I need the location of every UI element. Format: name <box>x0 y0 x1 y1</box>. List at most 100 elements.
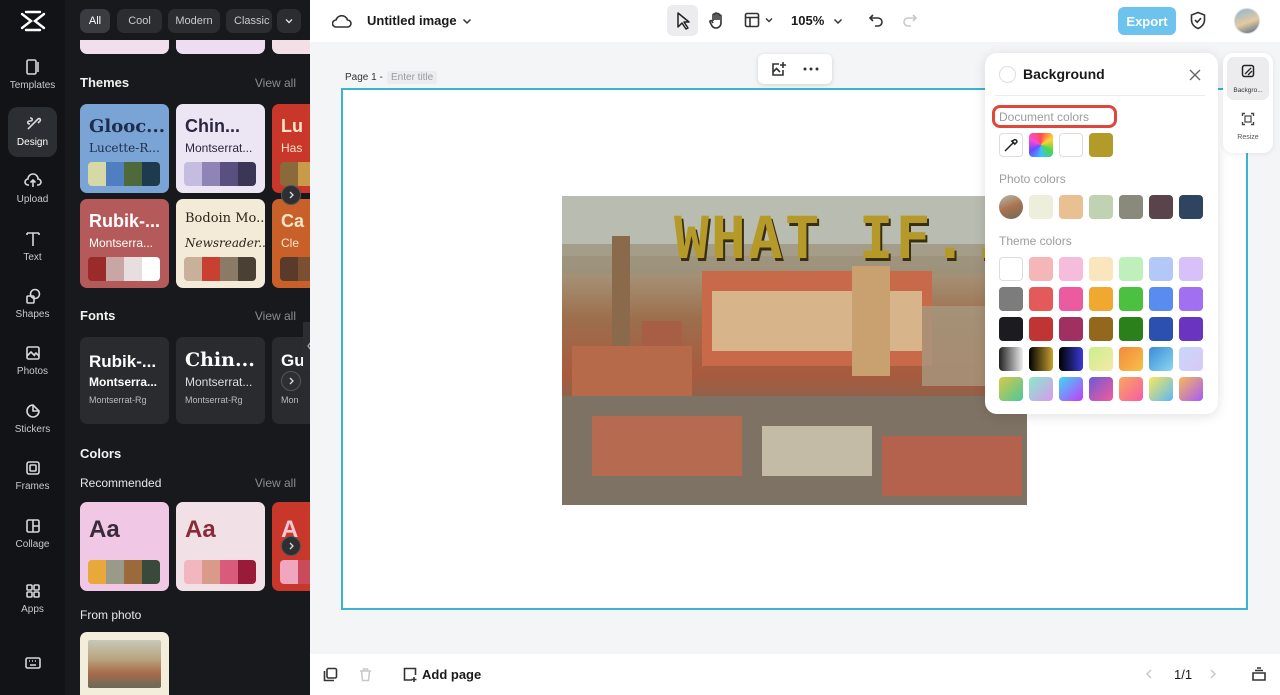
photo-color-swatch[interactable] <box>1029 195 1053 219</box>
pages-panel-icon[interactable] <box>1251 666 1267 682</box>
castle-photo[interactable]: WHAT IF.. <box>562 196 1027 505</box>
gradient-swatch[interactable] <box>999 347 1023 371</box>
rail-upload[interactable]: Upload <box>8 164 57 214</box>
rail-stickers[interactable]: Stickers <box>8 394 57 444</box>
theme-color-swatch[interactable] <box>1089 257 1113 281</box>
duplicate-page-icon[interactable] <box>323 667 338 682</box>
color-palette-card[interactable]: Aa <box>176 502 265 591</box>
select-tool-button[interactable] <box>667 5 698 36</box>
rail-text[interactable]: Text <box>8 222 57 272</box>
rail-photos[interactable]: Photos <box>8 336 57 386</box>
theme-color-swatch[interactable] <box>1119 287 1143 311</box>
photo-color-swatch[interactable] <box>1059 195 1083 219</box>
theme-color-swatch[interactable] <box>1179 257 1203 281</box>
undo-icon[interactable] <box>868 12 884 28</box>
document-title[interactable]: Untitled image <box>367 13 457 28</box>
colors-next-button[interactable] <box>281 536 301 556</box>
gradient-swatch[interactable] <box>1179 377 1203 401</box>
photo-color-swatch[interactable] <box>1089 195 1113 219</box>
theme-card-peek[interactable] <box>176 40 265 54</box>
themes-next-button[interactable] <box>281 185 301 205</box>
theme-color-swatch[interactable] <box>999 317 1023 341</box>
filter-chip-cool[interactable]: Cool <box>117 9 162 33</box>
gradient-swatch[interactable] <box>1119 377 1143 401</box>
more-options-icon[interactable] <box>803 67 819 71</box>
theme-color-swatch[interactable] <box>1179 317 1203 341</box>
theme-color-swatch[interactable] <box>1149 287 1173 311</box>
theme-color-swatch[interactable] <box>1089 287 1113 311</box>
colors-view-all-link[interactable]: View all <box>255 476 296 490</box>
gradient-swatch[interactable] <box>1029 347 1053 371</box>
theme-color-swatch[interactable] <box>1059 287 1083 311</box>
filter-chip-all[interactable]: All <box>80 9 110 33</box>
delete-page-icon[interactable] <box>358 667 373 682</box>
chevron-down-icon[interactable] <box>764 15 774 25</box>
rail-apps[interactable]: Apps <box>8 574 57 624</box>
close-icon[interactable] <box>1188 68 1202 82</box>
theme-color-swatch[interactable] <box>999 287 1023 311</box>
theme-card[interactable]: Chin... Montserrat... <box>176 104 265 193</box>
rail-templates[interactable]: Templates <box>8 50 57 100</box>
chevron-down-icon[interactable] <box>461 15 473 27</box>
gradient-swatch[interactable] <box>1059 377 1083 401</box>
theme-card-peek[interactable] <box>80 40 169 54</box>
overlay-headline[interactable]: WHAT IF.. <box>674 204 1006 272</box>
add-page-button[interactable]: Add page <box>422 667 481 682</box>
document-color-swatch[interactable] <box>1089 133 1113 157</box>
photo-color-swatch[interactable] <box>1119 195 1143 219</box>
page-title-input[interactable]: Enter title <box>387 71 438 84</box>
next-page-icon[interactable] <box>1207 668 1219 680</box>
rail-shapes[interactable]: Shapes <box>8 279 57 329</box>
theme-color-swatch[interactable] <box>1149 317 1173 341</box>
filter-more-button[interactable] <box>277 9 301 33</box>
cloud-save-icon[interactable] <box>332 12 352 30</box>
add-image-icon[interactable] <box>771 61 787 77</box>
gradient-swatch[interactable] <box>999 377 1023 401</box>
custom-color-picker[interactable] <box>1029 133 1053 157</box>
hand-tool-icon[interactable] <box>708 11 726 30</box>
theme-card[interactable]: Ca Cle <box>272 199 310 288</box>
avatar[interactable] <box>1234 8 1260 34</box>
redo-icon[interactable] <box>902 12 918 28</box>
gradient-swatch[interactable] <box>1089 347 1113 371</box>
resize-tab[interactable]: Resize <box>1227 106 1269 148</box>
gradient-swatch[interactable] <box>1179 347 1203 371</box>
shield-icon[interactable] <box>1189 11 1207 30</box>
gradient-swatch[interactable] <box>1089 377 1113 401</box>
theme-card[interactable]: Glooc... Lucette-R... <box>80 104 169 193</box>
rail-collage[interactable]: Collage <box>8 509 57 559</box>
theme-card-peek[interactable] <box>272 40 310 54</box>
theme-color-swatch[interactable] <box>1029 317 1053 341</box>
zoom-level[interactable]: 105% <box>791 13 824 28</box>
themes-view-all-link[interactable]: View all <box>255 76 296 90</box>
fonts-next-button[interactable] <box>281 371 301 391</box>
capcut-logo-icon[interactable] <box>20 10 46 32</box>
theme-color-swatch[interactable] <box>1179 287 1203 311</box>
gradient-swatch[interactable] <box>1059 347 1083 371</box>
photo-source-thumbnail[interactable] <box>999 195 1023 219</box>
filter-chip-modern[interactable]: Modern <box>168 9 220 33</box>
filter-chip-classic[interactable]: Classic <box>226 9 272 33</box>
theme-card[interactable]: Bodoin Mo... Newsreader... <box>176 199 265 288</box>
theme-color-swatch[interactable] <box>1119 257 1143 281</box>
font-card[interactable]: Chin... Montserrat... Montserrat-Rg <box>176 337 265 424</box>
rail-design[interactable]: Design <box>8 107 57 157</box>
previous-page-icon[interactable] <box>1143 668 1155 680</box>
theme-card[interactable]: Rubik-... Montserra... <box>80 199 169 288</box>
gradient-swatch[interactable] <box>1119 347 1143 371</box>
rail-keyboard[interactable] <box>8 646 57 678</box>
theme-color-swatch[interactable] <box>999 257 1023 281</box>
fonts-view-all-link[interactable]: View all <box>255 309 296 323</box>
eyedropper-button[interactable] <box>999 133 1023 157</box>
theme-color-swatch[interactable] <box>1029 257 1053 281</box>
theme-color-swatch[interactable] <box>1029 287 1053 311</box>
gradient-swatch[interactable] <box>1149 377 1173 401</box>
theme-color-swatch[interactable] <box>1089 317 1113 341</box>
theme-color-swatch[interactable] <box>1149 257 1173 281</box>
color-palette-card[interactable]: Aa <box>80 502 169 591</box>
photo-color-swatch[interactable] <box>1179 195 1203 219</box>
document-color-swatch[interactable] <box>1059 133 1083 157</box>
theme-color-swatch[interactable] <box>1059 257 1083 281</box>
theme-color-swatch[interactable] <box>1119 317 1143 341</box>
photo-color-swatch[interactable] <box>1149 195 1173 219</box>
